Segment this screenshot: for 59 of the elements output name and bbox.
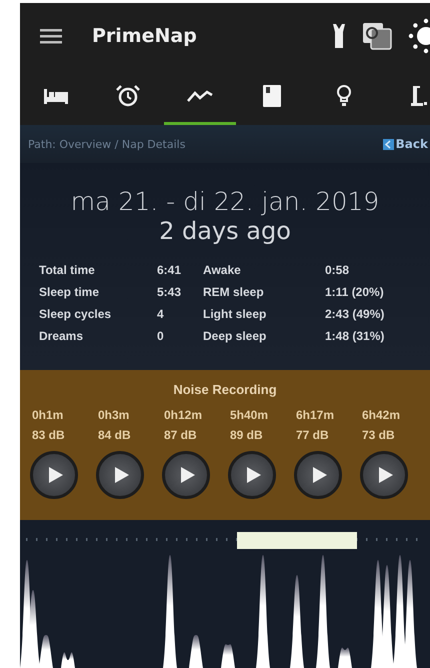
alarm-clock-icon [116, 84, 140, 106]
stat-value: 1:11 (20%) [325, 284, 384, 301]
flashlight-icon[interactable] [332, 23, 346, 49]
play-icon [114, 466, 130, 484]
noise-peak [61, 652, 75, 668]
nap-age: 2 days ago [159, 217, 291, 245]
play-button[interactable] [30, 451, 78, 499]
translate-icon[interactable] [362, 22, 392, 50]
noise-peak [189, 635, 203, 668]
noise-title: Noise Recording [173, 382, 277, 397]
app-title: PrimeNap [92, 25, 197, 47]
stat-value: 6:41 [157, 262, 182, 279]
play-button[interactable] [228, 451, 276, 499]
play-icon [48, 466, 64, 484]
stat-label: Light sleep [203, 306, 268, 323]
play-icon [378, 466, 394, 484]
stat-label: Dreams [39, 328, 84, 345]
stat-label: Sleep cycles [39, 306, 112, 323]
signpost-icon [408, 84, 430, 106]
clip-time: 0h1m [31, 407, 64, 424]
noise-peak [338, 648, 352, 668]
play-icon [312, 466, 328, 484]
stat-label: Total time [39, 262, 96, 279]
stat-value: 4 [157, 306, 165, 323]
stat-label: Awake [203, 262, 242, 279]
clip-time: 5h40m [229, 407, 268, 424]
trend-line-icon [187, 88, 213, 102]
book-icon [263, 84, 281, 106]
play-icon [180, 466, 196, 484]
noise-peak [221, 644, 235, 668]
play-icon [246, 466, 262, 484]
stat-value: 2:43 (49%) [325, 306, 384, 323]
stat-label: Sleep time [39, 284, 100, 301]
play-button[interactable] [96, 451, 144, 499]
stat-value: 0:58 [325, 262, 350, 279]
clip-time: 6h42m [361, 407, 400, 424]
clip-time: 0h12m [163, 407, 202, 424]
back-button[interactable]: Back [382, 137, 430, 151]
clip-time: 0h3m [97, 407, 130, 424]
play-button[interactable] [162, 451, 210, 499]
stat-label: Deep sleep [203, 328, 268, 345]
clip-loudness: 84 dB [97, 427, 131, 444]
stat-value: 0 [157, 328, 165, 345]
clip-loudness: 89 dB [229, 427, 263, 444]
clip-time: 6h17m [295, 407, 334, 424]
play-button[interactable] [360, 451, 408, 499]
breadcrumb-path: Path: Overview / Nap Details [28, 138, 186, 150]
light-bulb-icon [336, 84, 352, 106]
stat-value: 5:43 [157, 284, 182, 301]
clip-loudness: 77 dB [295, 427, 329, 444]
nap-date: ma 21. - di 22. jan. 2019 [70, 187, 380, 217]
clip-loudness: 83 dB [31, 427, 65, 444]
clip-loudness: 87 dB [163, 427, 197, 444]
bed-icon [44, 88, 68, 104]
play-button[interactable] [294, 451, 342, 499]
menu-icon[interactable] [40, 28, 62, 44]
stat-value: 1:48 (31%) [325, 328, 384, 345]
stat-label: REM sleep [203, 284, 265, 301]
clip-loudness: 73 dB [361, 427, 395, 444]
